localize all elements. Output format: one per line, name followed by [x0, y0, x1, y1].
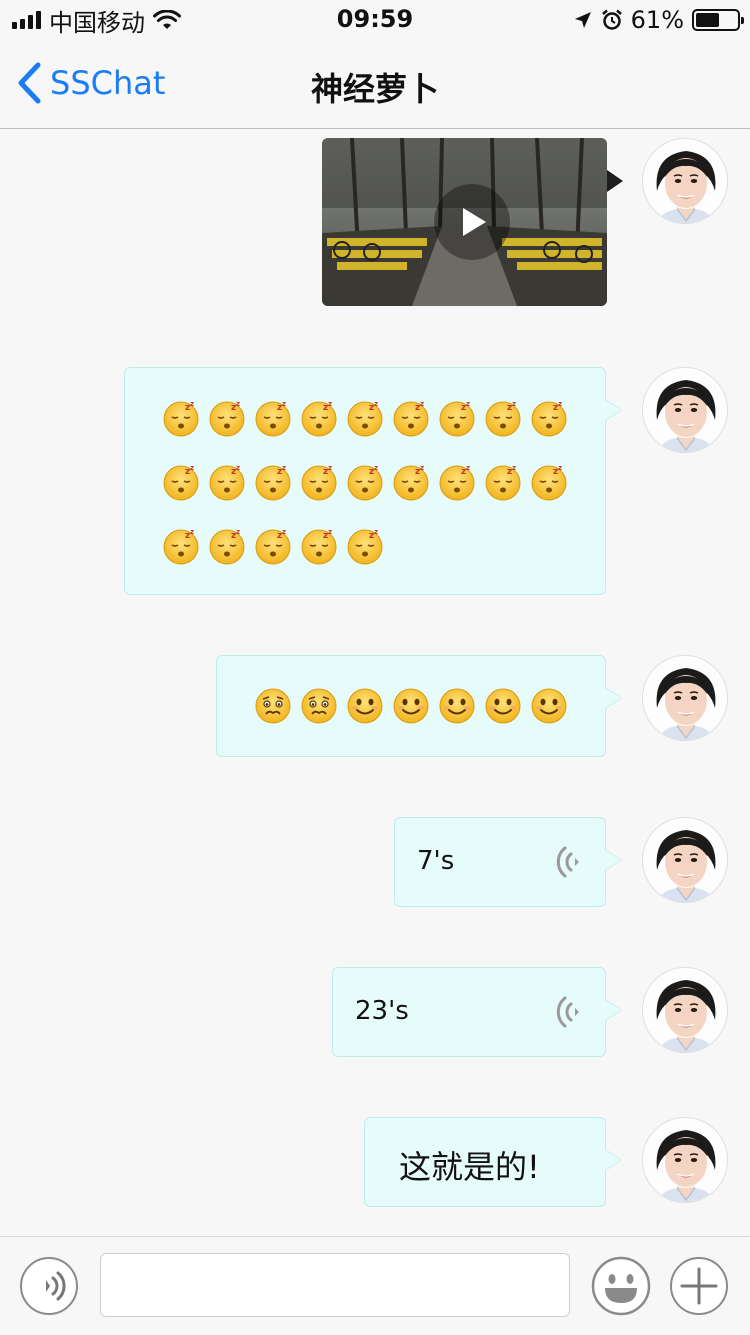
sleep-face-emoji — [253, 526, 293, 566]
sleep-face-emoji — [529, 462, 569, 502]
worried-face-emoji — [253, 686, 293, 726]
sleep-face-emoji — [299, 462, 339, 502]
voice-duration: 7's — [417, 846, 455, 876]
emoji-button[interactable] — [590, 1255, 652, 1317]
smile-face-emoji — [529, 686, 569, 726]
battery-icon — [692, 9, 744, 31]
smile-face-emoji — [345, 686, 385, 726]
sleep-face-emoji — [437, 462, 477, 502]
sleep-face-emoji — [161, 526, 201, 566]
status-bar: 中国移动 09:59 61% — [0, 0, 750, 40]
input-bar — [0, 1236, 750, 1335]
sleep-face-emoji — [437, 398, 477, 438]
smile-face-emoji — [391, 686, 431, 726]
emoji-message-bubble[interactable] — [216, 655, 622, 757]
voice-wave-icon — [46, 1271, 66, 1301]
nav-bar: SSChat 神经萝卜 — [0, 40, 750, 129]
voice-duration: 23's — [355, 996, 409, 1026]
chat-title: 神经萝卜 — [310, 70, 439, 108]
smile-face-emoji — [437, 686, 477, 726]
avatar[interactable] — [642, 367, 728, 453]
voice-wave-icon — [556, 846, 579, 878]
video-thumbnail — [322, 138, 607, 306]
sleep-face-emoji — [207, 398, 247, 438]
emoji-message-bubble[interactable] — [124, 367, 622, 595]
sleep-face-emoji — [299, 526, 339, 566]
battery-level-fill — [696, 13, 719, 27]
sleep-face-emoji — [391, 462, 431, 502]
voice-input-button[interactable] — [20, 1257, 78, 1315]
text-message-bubble[interactable]: 这就是的! — [364, 1117, 622, 1207]
sleep-face-emoji — [161, 398, 201, 438]
sleep-face-emoji — [483, 462, 523, 502]
emoji-grid — [253, 686, 583, 726]
emoji-grid — [161, 398, 581, 566]
smile-face-emoji — [483, 686, 523, 726]
sleep-face-emoji — [253, 398, 293, 438]
sleep-face-emoji — [299, 398, 339, 438]
more-plus-button[interactable] — [670, 1257, 728, 1315]
message-input[interactable] — [100, 1253, 570, 1317]
voice-wave-icon — [556, 996, 579, 1028]
battery-percent: 61% — [630, 6, 684, 34]
avatar[interactable] — [642, 1117, 728, 1203]
avatar[interactable] — [642, 817, 728, 903]
sleep-face-emoji — [207, 462, 247, 502]
worried-face-emoji — [299, 686, 339, 726]
location-arrow-icon — [574, 12, 591, 28]
sleep-face-emoji — [345, 398, 385, 438]
sleep-face-emoji — [253, 462, 293, 502]
voice-message-bubble[interactable]: 23's — [332, 967, 622, 1057]
sleep-face-emoji — [345, 462, 385, 502]
avatar[interactable] — [642, 655, 728, 741]
smiley-icon — [591, 1256, 651, 1316]
avatar[interactable] — [642, 138, 728, 224]
sleep-face-emoji — [345, 526, 385, 566]
avatar[interactable] — [642, 967, 728, 1053]
sleep-face-emoji — [529, 398, 569, 438]
sleep-face-emoji — [161, 462, 201, 502]
sleep-face-emoji — [483, 398, 523, 438]
sleep-face-emoji — [207, 526, 247, 566]
video-bubble-tail — [607, 170, 623, 192]
sleep-face-emoji — [391, 398, 431, 438]
alarm-clock-icon — [601, 9, 622, 30]
video-message[interactable] — [322, 138, 607, 306]
message-text: 这就是的! — [399, 1148, 540, 1186]
voice-message-bubble[interactable]: 7's — [394, 817, 622, 907]
plus-icon — [680, 1267, 718, 1305]
status-right: 61% — [573, 6, 744, 34]
